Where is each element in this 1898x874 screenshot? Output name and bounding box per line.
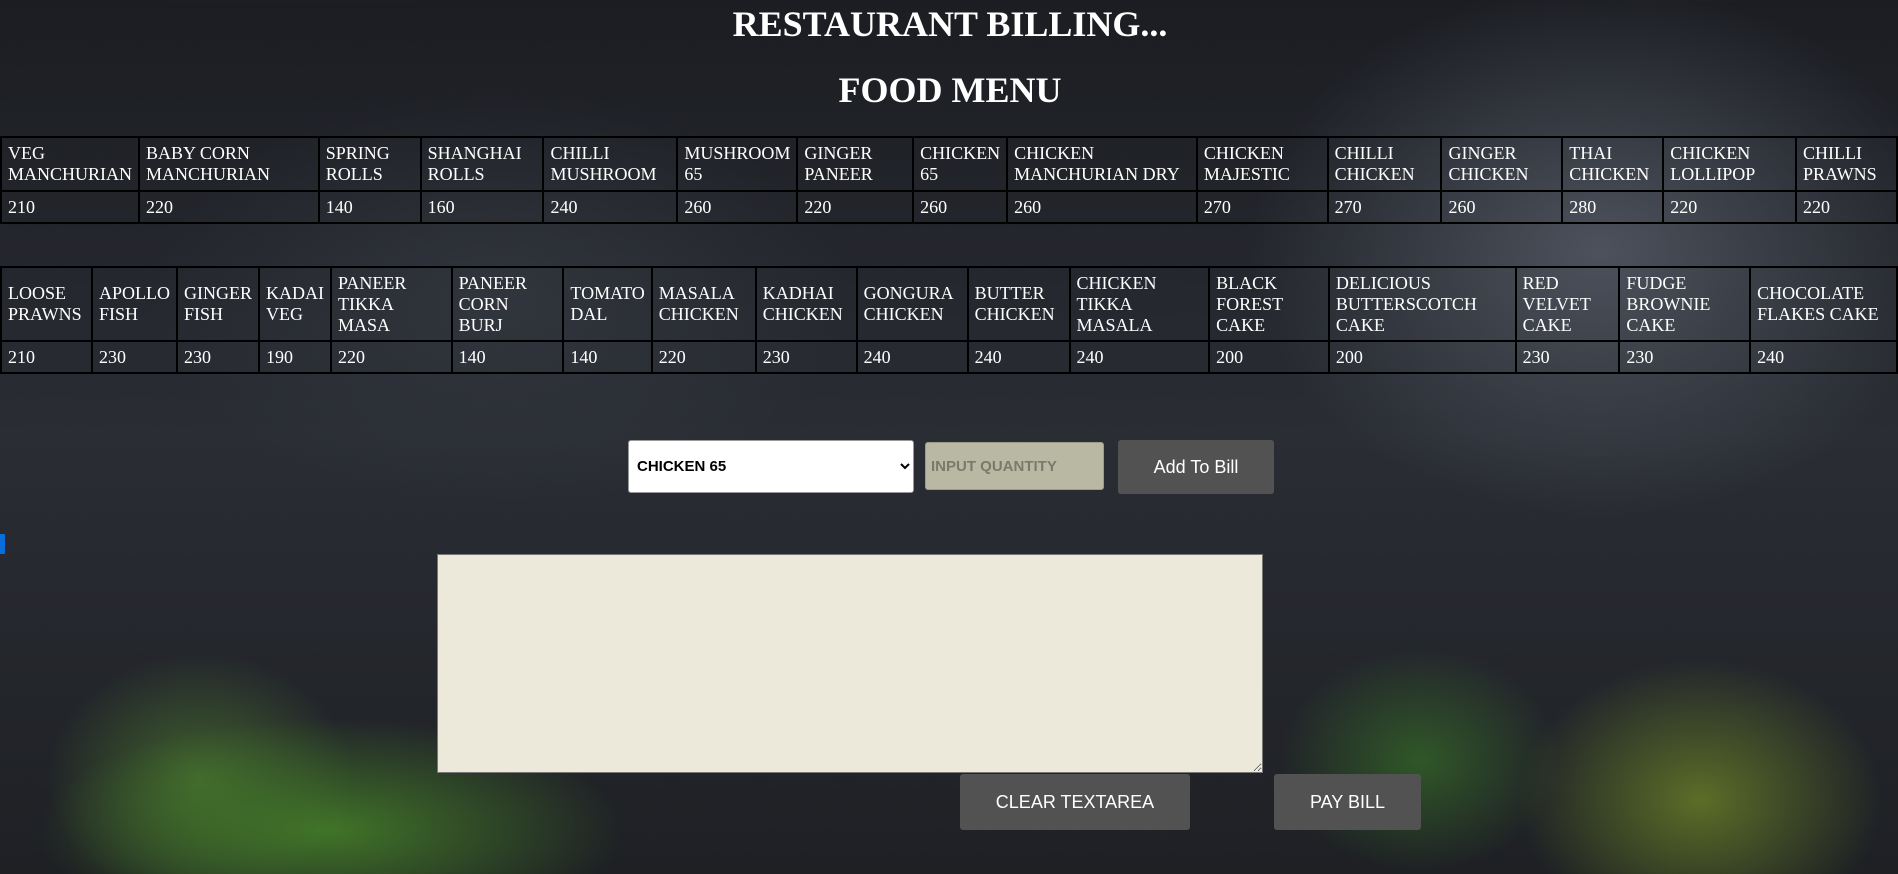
menu-item-price: 240 (1068, 340, 1211, 374)
menu-item-price: 140 (317, 190, 422, 224)
menu-item-price: 140 (562, 340, 653, 374)
menu-item-name: CHICKEN MAJESTIC (1195, 136, 1329, 192)
menu-name-row: VEG MANCHURIAN BABY CORN MANCHURIAN SPRI… (0, 136, 1898, 192)
menu-item-price: 270 (1326, 190, 1443, 224)
menu-item-price: 220 (138, 190, 320, 224)
menu-item-price: 260 (1440, 190, 1564, 224)
menu-item-name: BABY CORN MANCHURIAN (138, 136, 320, 192)
menu-item-name: BUTTER CHICKEN (966, 266, 1071, 342)
food-menu-table-1: VEG MANCHURIAN BABY CORN MANCHURIAN SPRI… (0, 136, 1898, 224)
menu-item-name: CHILLI MUSHROOM (542, 136, 679, 192)
menu-item-name: FUDGE BROWNIE CAKE (1618, 266, 1752, 342)
menu-price-row: 210 220 140 160 240 260 220 260 260 270 … (0, 190, 1898, 224)
menu-price-row: 210 230 230 190 220 140 140 220 230 240 … (0, 340, 1898, 374)
menu-item-price: 280 (1561, 190, 1665, 224)
menu-item-name: RED VELVET CAKE (1514, 266, 1621, 342)
menu-item-price: 210 (0, 340, 93, 374)
clear-textarea-button[interactable]: CLEAR TEXTAREA (960, 774, 1190, 830)
menu-item-name: GINGER PANEER (796, 136, 915, 192)
menu-item-price: 210 (0, 190, 140, 224)
menu-item-name: CHICKEN 65 (912, 136, 1009, 192)
menu-item-price: 230 (754, 340, 858, 374)
menu-item-name: GONGURA CHICKEN (855, 266, 969, 342)
menu-item-price: 140 (450, 340, 565, 374)
page-title: RESTAURANT BILLING... (732, 4, 1168, 44)
menu-item-price: 260 (912, 190, 1009, 224)
menu-item-price: 160 (419, 190, 545, 224)
menu-item-price: 220 (329, 340, 453, 374)
pay-bill-button[interactable]: PAY BILL (1274, 774, 1421, 830)
menu-item-name: BLACK FOREST CAKE (1208, 266, 1330, 342)
menu-item-name: MASALA CHICKEN (650, 266, 757, 342)
bill-textarea[interactable] (437, 554, 1263, 773)
menu-item-name: PANEER CORN BURJ (450, 266, 565, 342)
menu-item-name: KADHAI CHICKEN (754, 266, 858, 342)
menu-item-name: CHOCOLATE FLAKES CAKE (1749, 266, 1898, 342)
menu-item-name: VEG MANCHURIAN (0, 136, 140, 192)
menu-item-name: CHILLI PRAWNS (1795, 136, 1898, 192)
food-menu-table-2: LOOSE PRAWNS APOLLO FISH GINGER FISH KAD… (0, 266, 1898, 374)
focus-marker (0, 534, 5, 554)
menu-item-price: 260 (676, 190, 799, 224)
menu-item-name: KADAI VEG (257, 266, 332, 342)
menu-item-price: 200 (1208, 340, 1330, 374)
menu-item-price: 220 (1795, 190, 1898, 224)
menu-item-price: 230 (90, 340, 178, 374)
menu-item-price: 230 (1618, 340, 1752, 374)
menu-name-row: LOOSE PRAWNS APOLLO FISH GINGER FISH KAD… (0, 266, 1898, 342)
menu-title: FOOD MENU (838, 70, 1062, 110)
menu-item-price: 260 (1006, 190, 1198, 224)
menu-item-price: 190 (257, 340, 332, 374)
menu-item-select[interactable]: CHICKEN 65 (628, 440, 914, 493)
menu-item-name: CHICKEN MANCHURIAN DRY (1006, 136, 1198, 192)
menu-item-price: 220 (1662, 190, 1798, 224)
menu-item-price: 230 (175, 340, 260, 374)
menu-item-price: 240 (1749, 340, 1898, 374)
menu-item-name: TOMATO DAL (562, 266, 653, 342)
menu-item-name: CHILLI CHICKEN (1326, 136, 1443, 192)
menu-item-price: 220 (650, 340, 757, 374)
menu-item-name: MUSHROOM 65 (676, 136, 799, 192)
menu-item-price: 240 (966, 340, 1071, 374)
menu-item-price: 220 (796, 190, 915, 224)
menu-item-price: 200 (1327, 340, 1517, 374)
menu-item-price: 240 (855, 340, 969, 374)
menu-item-name: CHICKEN TIKKA MASALA (1068, 266, 1211, 342)
menu-item-name: GINGER FISH (175, 266, 260, 342)
menu-item-price: 240 (542, 190, 679, 224)
menu-item-name: GINGER CHICKEN (1440, 136, 1564, 192)
menu-item-price: 230 (1514, 340, 1621, 374)
quantity-input[interactable] (925, 442, 1104, 490)
menu-item-name: SPRING ROLLS (317, 136, 422, 192)
menu-item-name: CHICKEN LOLLIPOP (1662, 136, 1798, 192)
menu-item-name: PANEER TIKKA MASA (329, 266, 453, 342)
menu-item-name: THAI CHICKEN (1561, 136, 1665, 192)
menu-item-name: DELICIOUS BUTTERSCOTCH CAKE (1327, 266, 1517, 342)
menu-item-name: SHANGHAI ROLLS (419, 136, 545, 192)
menu-item-name: APOLLO FISH (90, 266, 178, 342)
add-to-bill-button[interactable]: Add To Bill (1118, 440, 1274, 494)
menu-item-price: 270 (1195, 190, 1329, 224)
menu-item-name: LOOSE PRAWNS (0, 266, 93, 342)
